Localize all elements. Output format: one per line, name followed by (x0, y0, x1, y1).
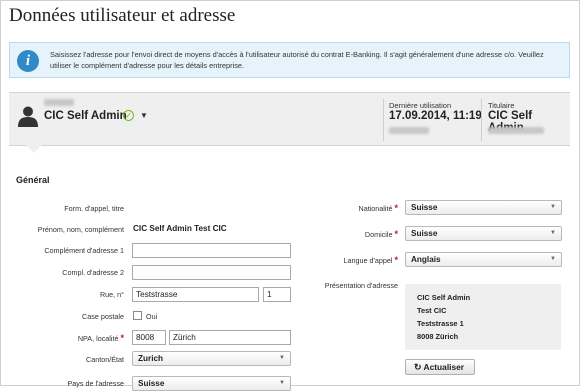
nationality-select-value: Suisse (411, 203, 438, 212)
domicile-select-value: Suisse (411, 229, 438, 238)
canton-select[interactable]: Zurich ▼ (132, 351, 291, 366)
user-silhouette-icon (18, 106, 38, 127)
user-header: CIC Self Admin ✓ ▼ Dernière utilisation … (9, 92, 570, 146)
user-name: CIC Self Admin (44, 110, 127, 122)
zip-city-label: NPA, localité * (10, 333, 124, 343)
street-input[interactable]: Teststrasse (132, 287, 259, 302)
verified-check-icon: ✓ (123, 110, 134, 121)
header-notch (26, 145, 42, 153)
nationality-label-text: Nationalité (358, 204, 393, 213)
address-complement-1-input[interactable] (132, 243, 291, 258)
user-id-redacted (44, 99, 74, 106)
zip-city-label-text: NPA, localité (77, 334, 119, 343)
domicile-label-text: Domicile (364, 230, 393, 239)
language-select[interactable]: Anglais ▼ (405, 252, 562, 267)
last-use-redacted (389, 127, 429, 134)
canton-label: Canton/État (86, 355, 124, 364)
street-label: Rue, n° (99, 290, 124, 299)
country-label: Pays de l'adresse (67, 379, 124, 388)
language-label: Langue d'appel * (320, 255, 398, 265)
required-marker: * (394, 229, 398, 239)
chevron-down-icon: ▼ (550, 204, 556, 210)
section-title: Général (16, 175, 50, 185)
refresh-button-label: Actualiser (423, 362, 465, 372)
address-complement-1-label: Complément d'adresse 1 (44, 246, 124, 255)
salutation-label: Form. d'appel, titre (64, 204, 124, 213)
chevron-down-icon: ▼ (279, 380, 285, 386)
name-value: CIC Self Admin Test CIC (133, 224, 227, 233)
zip-input[interactable]: 8008 (132, 330, 166, 345)
domicile-label: Domicile * (320, 229, 398, 239)
last-use-label: Dernière utilisation (389, 101, 452, 110)
address-line: CIC Self Admin (417, 293, 471, 302)
chevron-down-icon: ▼ (279, 355, 285, 361)
language-select-value: Anglais (411, 255, 441, 264)
name-label: Prénom, nom, complément (37, 225, 124, 234)
info-banner: i Saisissez l'adresse pour l'envoi direc… (9, 42, 570, 78)
required-marker: * (394, 255, 398, 265)
required-marker: * (394, 203, 398, 213)
language-label-text: Langue d'appel (343, 256, 393, 265)
domicile-select[interactable]: Suisse ▼ (405, 226, 562, 241)
address-presentation-label: Présentation d'adresse (324, 281, 398, 290)
user-menu-caret-icon[interactable]: ▼ (140, 111, 148, 120)
address-complement-2-input[interactable] (132, 265, 291, 280)
holder-label: Titulaire (488, 101, 515, 110)
info-text: Saisissez l'adresse pour l'envoi direct … (50, 50, 544, 70)
nationality-select[interactable]: Suisse ▼ (405, 200, 562, 215)
po-box-label: Case postale (82, 312, 124, 321)
po-box-checkbox[interactable] (133, 311, 142, 320)
address-preview: CIC Self Admin Test CIC Teststrasse 1 80… (405, 284, 561, 350)
address-line: 8008 Zürich (417, 332, 459, 341)
refresh-button[interactable]: ↻ Actualiser (405, 359, 475, 375)
last-use-value: 17.09.2014, 11:19 (389, 110, 482, 122)
required-marker: * (120, 333, 124, 343)
header-separator (383, 99, 384, 141)
address-line: Teststrasse 1 (417, 319, 464, 328)
canton-select-value: Zurich (138, 354, 164, 363)
page-title: Données utilisateur et adresse (9, 5, 236, 26)
info-icon: i (17, 50, 39, 72)
address-line: Test CIC (417, 306, 447, 315)
street-number-input[interactable]: 1 (263, 287, 291, 302)
chevron-down-icon: ▼ (550, 256, 556, 262)
address-complement-2-label: Compl. d'adresse 2 (62, 268, 124, 277)
holder-redacted (488, 127, 544, 134)
nationality-label: Nationalité * (320, 203, 398, 213)
refresh-icon: ↻ (414, 362, 422, 372)
country-select-value: Suisse (138, 379, 165, 388)
city-input[interactable]: Zürich (169, 330, 291, 345)
po-box-option: Oui (146, 312, 158, 321)
header-separator (481, 99, 482, 141)
country-select[interactable]: Suisse ▼ (132, 376, 291, 391)
chevron-down-icon: ▼ (550, 230, 556, 236)
